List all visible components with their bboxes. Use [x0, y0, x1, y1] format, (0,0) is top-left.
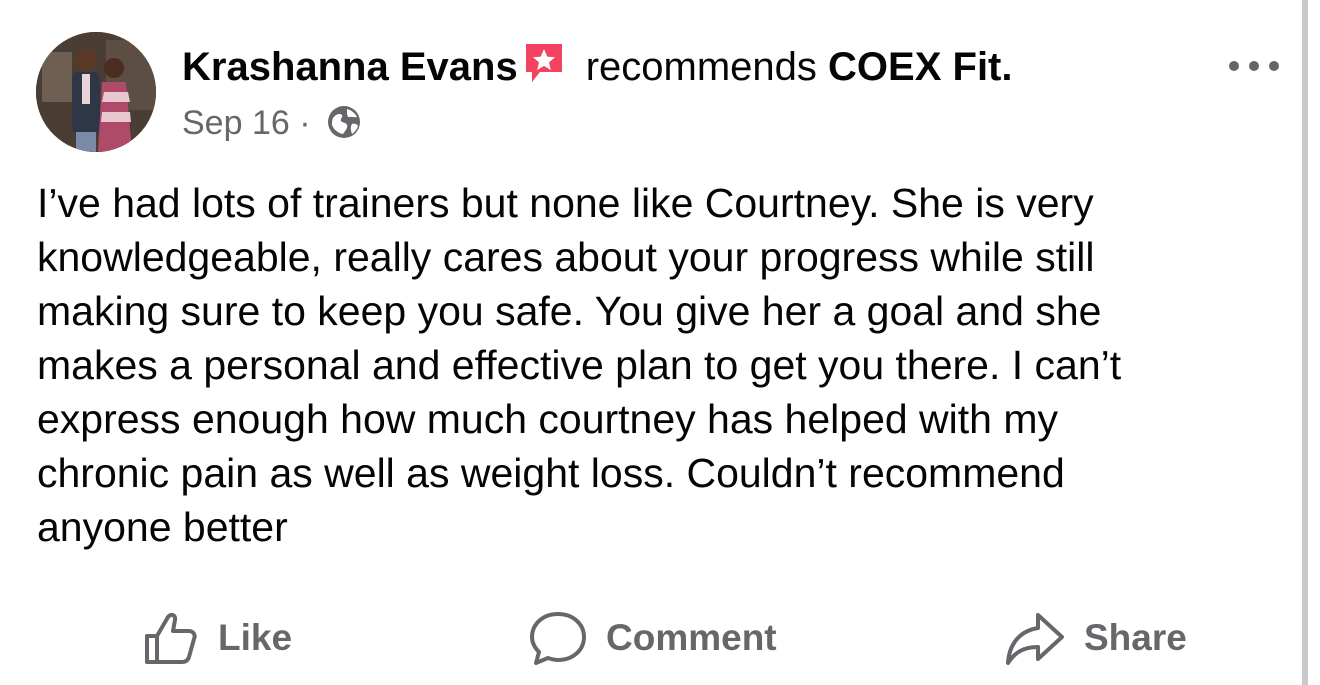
- feed-post: Krashanna Evans recommends COEX Fit. Sep …: [0, 0, 1300, 685]
- post-date[interactable]: Sep 16: [182, 104, 290, 142]
- scrollbar[interactable]: [1302, 0, 1308, 685]
- post-meta: Sep 16 ·: [182, 100, 362, 146]
- share-label: Share: [1084, 617, 1187, 658]
- recommendation-star-icon: [522, 40, 566, 84]
- like-label: Like: [218, 617, 293, 658]
- page-name-link[interactable]: COEX Fit.: [828, 45, 1012, 89]
- globe-icon[interactable]: [326, 104, 362, 140]
- comment-bubble-icon: [530, 612, 586, 665]
- thumbs-up-icon: [145, 612, 197, 664]
- share-button[interactable]: Share: [1004, 607, 1187, 669]
- author-name[interactable]: Krashanna Evans: [182, 45, 518, 89]
- more-options-icon[interactable]: [1226, 58, 1282, 74]
- post-header: Krashanna Evans recommends COEX Fit.: [182, 40, 1012, 93]
- comment-button[interactable]: Comment: [528, 607, 777, 669]
- meta-separator: ·: [299, 104, 311, 142]
- comment-label: Comment: [606, 617, 777, 658]
- share-arrow-icon: [1006, 613, 1064, 665]
- like-button[interactable]: Like: [142, 607, 292, 669]
- recommends-text: recommends: [585, 45, 817, 89]
- post-body-text: I’ve had lots of trainers but none like …: [37, 180, 1122, 550]
- author-avatar[interactable]: [36, 32, 156, 152]
